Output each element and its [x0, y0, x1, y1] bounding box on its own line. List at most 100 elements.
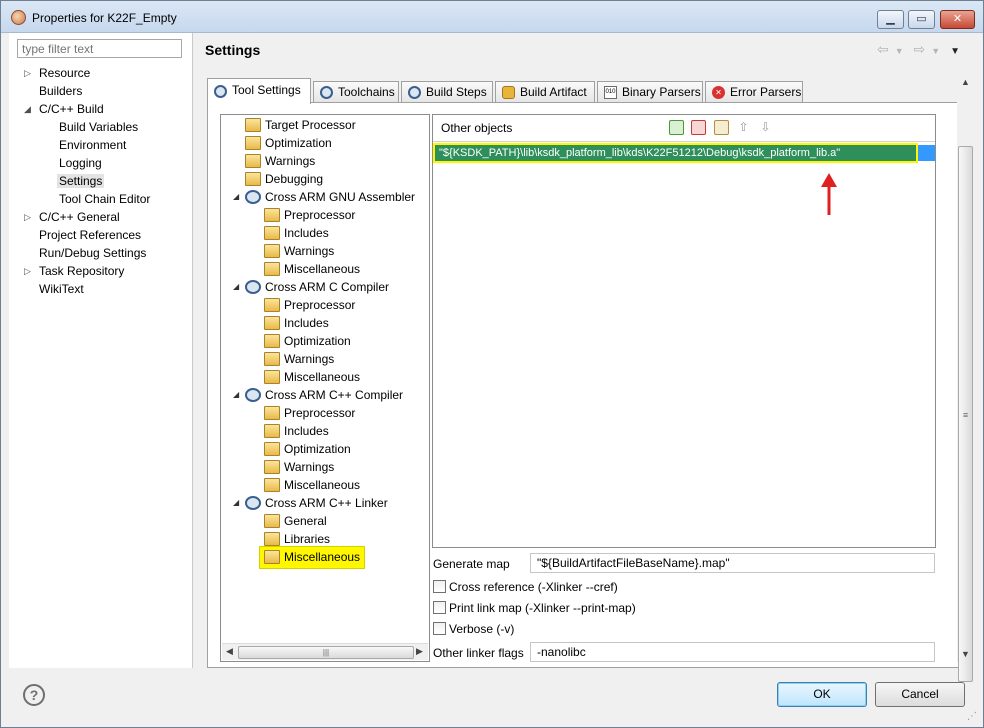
- filter-input[interactable]: [17, 39, 182, 58]
- back-arrow-icon[interactable]: ⇦: [877, 41, 889, 58]
- nav-item-label: Project References: [39, 228, 142, 242]
- folder-icon: [264, 316, 280, 330]
- tree-horizontal-scrollbar[interactable]: ◀ ||| ▶: [222, 643, 428, 660]
- collapse-arrow-icon[interactable]: ◢: [233, 386, 239, 404]
- collapse-arrow-icon[interactable]: ◢: [233, 188, 239, 206]
- minimize-icon: ▁: [886, 13, 895, 25]
- tree-item-linker-miscellaneous[interactable]: Miscellaneous: [259, 546, 365, 569]
- property-pages-panel: ▷ Resource Builders ◢ C/C++ Build Build …: [9, 33, 193, 668]
- nav-item-cpp-build[interactable]: ◢ C/C++ Build: [24, 100, 104, 118]
- verbose-checkbox[interactable]: [433, 622, 446, 635]
- help-icon[interactable]: ?: [23, 684, 45, 706]
- history-navigation: ⇦ ▼ ⇨ ▼ ▼: [877, 41, 966, 58]
- nav-item-settings[interactable]: Settings: [57, 172, 105, 190]
- move-down-icon[interactable]: ⇩: [758, 120, 773, 135]
- tool-gear-icon: [245, 190, 261, 204]
- settings-vertical-scrollbar[interactable]: ▲ ≡ ▼: [957, 74, 974, 682]
- move-up-icon[interactable]: ⇧: [736, 120, 751, 135]
- cross-reference-checkbox[interactable]: [433, 580, 446, 593]
- folder-icon: [245, 154, 261, 168]
- folder-icon: [245, 118, 261, 132]
- nav-item-run-debug-settings[interactable]: Run/Debug Settings: [39, 244, 146, 262]
- maximize-icon: ▭: [916, 13, 927, 25]
- object-path: "${KSDK_PATH}\lib\ksdk_platform_lib\kds\…: [433, 143, 918, 163]
- tab-toolchains[interactable]: Toolchains: [313, 81, 399, 103]
- scroll-thumb[interactable]: |||: [238, 646, 414, 659]
- generate-map-label: Generate map: [433, 557, 510, 571]
- resize-grip-icon[interactable]: ⋰: [967, 711, 977, 722]
- tab-error-parsers[interactable]: ✕ Error Parsers: [705, 81, 803, 103]
- folder-icon: [264, 478, 280, 492]
- print-link-map-checkbox[interactable]: [433, 601, 446, 614]
- close-button[interactable]: ✕: [940, 10, 975, 29]
- tree-item-label: Includes: [284, 424, 329, 438]
- expand-arrow-icon[interactable]: ▷: [24, 262, 34, 280]
- forward-menu-icon[interactable]: ▼: [931, 46, 940, 56]
- forward-arrow-icon[interactable]: ⇨: [914, 41, 926, 58]
- generate-map-field[interactable]: "${BuildArtifactFileBaseName}.map": [530, 553, 935, 573]
- cross-reference-label: Cross reference (-Xlinker --cref): [449, 580, 618, 594]
- scroll-left-icon[interactable]: ◀: [226, 646, 233, 657]
- tool-gear-icon: [245, 388, 261, 402]
- tree-item-label: Cross ARM C Compiler: [265, 280, 390, 294]
- tree-item-label: Miscellaneous: [284, 262, 361, 276]
- nav-item-label: Settings: [57, 174, 105, 188]
- nav-item-tool-chain-editor[interactable]: Tool Chain Editor: [59, 190, 150, 208]
- collapse-arrow-icon[interactable]: ◢: [24, 100, 34, 118]
- tree-item-label: Warnings: [284, 352, 335, 366]
- tree-item-label: Warnings: [265, 154, 316, 168]
- collapse-arrow-icon[interactable]: ◢: [233, 278, 239, 296]
- other-linker-flags-field[interactable]: -nanolibc: [530, 642, 935, 662]
- other-linker-flags-label: Other linker flags: [433, 646, 524, 660]
- nav-item-task-repository[interactable]: ▷ Task Repository: [24, 262, 124, 280]
- list-item[interactable]: "${KSDK_PATH}\lib\ksdk_platform_lib\kds\…: [433, 143, 935, 163]
- properties-dialog: Properties for K22F_Empty ▁ ▭ ✕ ▷ Resour…: [0, 0, 984, 728]
- view-menu-icon[interactable]: ▼: [950, 46, 960, 57]
- maximize-button[interactable]: ▭: [908, 10, 935, 29]
- folder-icon: [264, 208, 280, 222]
- expand-arrow-icon[interactable]: ▷: [24, 64, 34, 82]
- nav-item-label: C/C++ Build: [39, 102, 104, 116]
- add-icon[interactable]: [669, 120, 684, 135]
- ok-button[interactable]: OK: [777, 682, 867, 707]
- tree-item-label: General: [284, 514, 327, 528]
- delete-icon[interactable]: [691, 120, 706, 135]
- expand-arrow-icon[interactable]: ▷: [24, 208, 34, 226]
- back-menu-icon[interactable]: ▼: [895, 46, 904, 56]
- tab-binary-parsers[interactable]: 010 Binary Parsers: [597, 81, 703, 103]
- collapse-arrow-icon[interactable]: ◢: [233, 494, 239, 512]
- nav-item-logging[interactable]: Logging: [59, 154, 102, 172]
- folder-icon: [264, 514, 280, 528]
- tab-build-artifact[interactable]: Build Artifact: [495, 81, 595, 103]
- scroll-up-icon[interactable]: ▲: [961, 77, 970, 87]
- tab-label: Binary Parsers: [622, 85, 701, 99]
- nav-item-cpp-general[interactable]: ▷ C/C++ General: [24, 208, 120, 226]
- scroll-right-icon[interactable]: ▶: [416, 646, 423, 657]
- tab-tool-settings[interactable]: Tool Settings: [207, 78, 311, 104]
- minimize-button[interactable]: ▁: [877, 10, 904, 29]
- tab-label: Build Artifact: [520, 85, 587, 99]
- tree-item-label: Warnings: [284, 244, 335, 258]
- nav-item-build-variables[interactable]: Build Variables: [59, 118, 138, 136]
- edit-icon[interactable]: [714, 120, 729, 135]
- window-title: Properties for K22F_Empty: [32, 11, 177, 25]
- toolchains-icon: [320, 86, 333, 99]
- folder-icon: [264, 550, 280, 564]
- scroll-thumb[interactable]: ≡: [958, 146, 973, 682]
- tab-build-steps[interactable]: Build Steps: [401, 81, 493, 103]
- nav-item-project-references[interactable]: Project References: [39, 226, 141, 244]
- folder-icon: [245, 172, 261, 186]
- print-link-map-label: Print link map (-Xlinker --print-map): [449, 601, 636, 615]
- folder-icon: [264, 406, 280, 420]
- tool-gear-icon: [245, 496, 261, 510]
- nav-item-wikitext[interactable]: WikiText: [39, 280, 84, 298]
- nav-item-builders[interactable]: Builders: [39, 82, 82, 100]
- binary-parsers-icon: 010: [604, 86, 617, 99]
- nav-item-resource[interactable]: ▷ Resource: [24, 64, 90, 82]
- cancel-button[interactable]: Cancel: [875, 682, 965, 707]
- folder-icon: [264, 442, 280, 456]
- scroll-down-icon[interactable]: ▼: [961, 649, 970, 659]
- nav-item-environment[interactable]: Environment: [59, 136, 126, 154]
- tree-item-label: Warnings: [284, 460, 335, 474]
- tool-gear-icon: [245, 280, 261, 294]
